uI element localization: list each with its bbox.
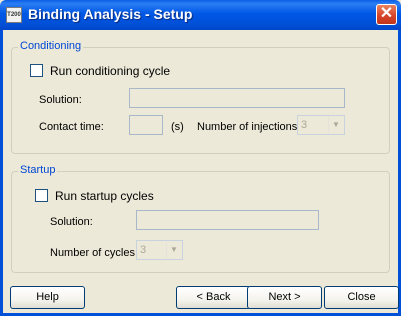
cycles-value: 3 (140, 244, 147, 256)
run-conditioning-label: Run conditioning cycle (50, 64, 171, 78)
back-button[interactable]: < Back (176, 286, 251, 309)
title-bar: T200 Binding Analysis - Setup ✕ (0, 0, 401, 30)
cycles-select[interactable]: 3 ▼ (136, 240, 183, 260)
run-conditioning-checkbox[interactable] (30, 64, 43, 77)
contact-time-label: Contact time: (39, 121, 104, 133)
startup-legend: Startup (18, 164, 58, 176)
run-startup-checkbox[interactable] (35, 189, 48, 202)
conditioning-group: Conditioning Run conditioning cycle Solu… (11, 40, 390, 154)
startup-solution-label: Solution: (50, 216, 93, 228)
injections-value: 3 (301, 119, 308, 131)
startup-group: Startup Run startup cycles Solution: Num… (11, 164, 390, 273)
injections-label: Number of injections: (197, 121, 301, 133)
close-icon: ✕ (379, 5, 394, 22)
close-window-button[interactable]: ✕ (376, 4, 397, 25)
dialog-body: Conditioning Run conditioning cycle Solu… (3, 30, 399, 313)
app-icon: T200 (6, 7, 22, 23)
conditioning-legend: Conditioning (18, 40, 84, 52)
help-button[interactable]: Help (10, 286, 85, 309)
chevron-down-icon: ▼ (328, 117, 343, 133)
window-title: Binding Analysis - Setup (28, 6, 193, 22)
startup-solution-input[interactable] (136, 210, 319, 230)
conditioning-solution-input[interactable] (129, 88, 345, 108)
cycles-label: Number of cycles: (50, 247, 139, 259)
conditioning-solution-label: Solution: (39, 94, 82, 106)
contact-time-unit: (s) (171, 121, 184, 133)
run-startup-label: Run startup cycles (55, 189, 154, 203)
close-button[interactable]: Close (324, 286, 399, 309)
injections-select[interactable]: 3 ▼ (297, 115, 345, 135)
contact-time-input[interactable] (129, 115, 163, 135)
next-button[interactable]: Next > (247, 286, 322, 309)
chevron-down-icon: ▼ (166, 242, 181, 258)
